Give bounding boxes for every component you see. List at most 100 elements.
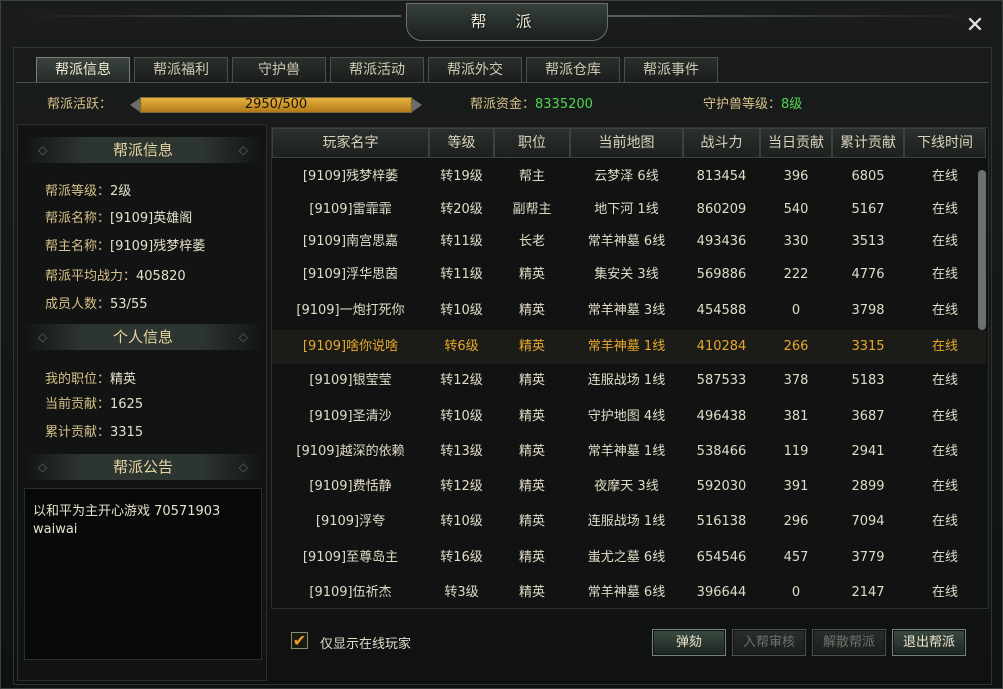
table-cell: 3513	[851, 234, 885, 249]
table-row[interactable]: [9109]雷霏霏 转20级 副帮主 地下河 1线 860209 540 5167 在线	[272, 193, 986, 227]
online-only-checkbox[interactable]: ✔	[291, 632, 308, 649]
table-cell: 精英	[518, 550, 545, 565]
table-row[interactable]: [9109]浮夸 转10级 精英 连服战场 1线 516138 296 7094 在线	[272, 505, 986, 539]
column-header[interactable]: 下线时间	[904, 128, 986, 158]
tab-guardian-beast[interactable]: 守护兽	[232, 57, 326, 82]
table-row[interactable]: [9109]南宫思嘉 转11级 长老 常羊神墓 6线 493436 330 3513 在线	[272, 225, 986, 259]
guild-leader-label: 帮主名称：	[45, 239, 111, 254]
table-cell: 5167	[851, 202, 885, 217]
column-header[interactable]: 当前地图	[570, 128, 683, 158]
bar-cap-right-icon	[412, 98, 422, 112]
table-cell: [9109]浮华思茵	[302, 267, 399, 282]
table-cell: 在线	[931, 550, 958, 565]
table-cell: 在线	[931, 514, 958, 529]
current-contribution-value: 1625	[110, 397, 144, 412]
quit-guild-button[interactable]: 退出帮派	[892, 629, 966, 656]
table-cell: 410284	[696, 339, 747, 354]
guild-members-row: 成员人数：53/55	[45, 293, 147, 312]
guild-notice-header: 帮派公告	[24, 454, 262, 480]
table-row[interactable]: [9109]浮华思茵 转11级 精英 集安关 3线 569886 222 4776 在线	[272, 258, 986, 292]
table-cell: 转16级	[440, 550, 483, 565]
guild-window: 帮 派 ✕ 帮派信息 帮派福利 守护兽 帮派活动 帮派外交 帮派仓库 帮派事件 …	[0, 0, 1003, 689]
table-cell: 454588	[696, 303, 747, 318]
table-cell: 266	[783, 339, 809, 354]
table-row[interactable]: [9109]伍祈杰 转3级 精英 常羊神墓 6线 396644 0 2147 在线	[272, 576, 986, 610]
column-header[interactable]: 等级	[429, 128, 494, 158]
table-cell: 860209	[696, 202, 747, 217]
beast-level-info: 守护兽等级：8级	[703, 93, 802, 112]
table-cell: 在线	[931, 202, 958, 217]
table-cell: 0	[791, 585, 801, 600]
table-cell: 330	[783, 234, 809, 249]
table-cell: 精英	[518, 339, 545, 354]
table-cell: 转12级	[440, 479, 483, 494]
table-cell: 转20级	[440, 202, 483, 217]
table-row[interactable]: [9109]银莹莹 转12级 精英 连服战场 1线 587533 378 5183 在线	[272, 364, 986, 398]
table-cell: 569886	[696, 267, 747, 282]
activity-label-text: 帮派活跃：	[47, 97, 113, 112]
table-row[interactable]: [9109]越深的依赖 转13级 精英 常羊神墓 1线 538466 119 2941 在线	[272, 435, 986, 469]
table-cell: 精英	[518, 514, 545, 529]
table-cell: 精英	[518, 267, 545, 282]
table-row-self[interactable]: [9109]啥你说啥 转6级 精英 常羊神墓 1线 410284 266 3315 在线	[272, 330, 986, 364]
current-contribution-row: 当前贡献：1625	[45, 393, 143, 412]
table-row[interactable]: [9109]一炮打死你 转10级 精英 常羊神墓 3线 454588 0 3798 在线	[272, 294, 986, 328]
table-cell: 496438	[696, 409, 747, 424]
online-only-label: 仅显示在线玩家	[320, 637, 412, 652]
beast-level-value: 8级	[781, 97, 803, 112]
table-cell: 391	[783, 479, 809, 494]
personal-info-header: 个人信息	[24, 324, 262, 350]
table-cell: 精英	[518, 409, 545, 424]
guild-leader-row: 帮主名称：[9109]残梦梓萎	[45, 235, 205, 254]
impeach-button[interactable]: 弹劾	[652, 629, 726, 656]
notice-line-2: waiwai	[33, 522, 78, 537]
scrollbar-track[interactable]	[978, 164, 986, 604]
table-cell: [9109]至尊岛主	[302, 550, 399, 565]
funds-label: 帮派资金：	[470, 97, 536, 112]
tab-guild-warehouse[interactable]: 帮派仓库	[526, 57, 620, 82]
guild-info-panel: 帮派信息 帮派等级：2级 帮派名称：[9109]英雄阁 帮主名称：[9109]残…	[17, 124, 267, 681]
column-header[interactable]: 当日贡献	[760, 128, 832, 158]
table-row[interactable]: [9109]残梦梓萎 转19级 帮主 云梦泽 6线 813454 396 6805 在线	[272, 160, 986, 194]
column-header[interactable]: 玩家名字	[272, 128, 429, 158]
table-cell: [9109]残梦梓萎	[302, 169, 399, 184]
tab-guild-activity[interactable]: 帮派活动	[330, 57, 424, 82]
table-cell: 在线	[931, 339, 958, 354]
table-row[interactable]: [9109]圣清沙 转10级 精英 守护地图 4线 496438 381 3687 在线	[272, 400, 986, 434]
guild-name-label: 帮派名称：	[45, 211, 111, 226]
table-cell: 转10级	[440, 409, 483, 424]
tab-guild-diplomacy[interactable]: 帮派外交	[428, 57, 522, 82]
table-cell: 592030	[696, 479, 747, 494]
activity-track: 2950/500	[140, 97, 412, 113]
disband-guild-button[interactable]: 解散帮派	[812, 629, 886, 656]
column-header[interactable]: 累计贡献	[832, 128, 904, 158]
tab-guild-welfare[interactable]: 帮派福利	[134, 57, 228, 82]
table-cell: 在线	[931, 409, 958, 424]
table-cell: 转6级	[444, 339, 479, 354]
table-cell: 2899	[851, 479, 885, 494]
table-cell: [9109]南宫思嘉	[302, 234, 399, 249]
member-table: 玩家名字 等级 职位 当前地图 战斗力 当日贡献 累计贡献 下线时间 [9109]残梦梓萎 转1…	[271, 127, 989, 609]
table-cell: [9109]啥你说啥	[302, 339, 399, 354]
table-row[interactable]: [9109]费恬静 转12级 精英 夜摩天 3线 592030 391 2899 在线	[272, 470, 986, 504]
guild-members-label: 成员人数：	[45, 297, 111, 312]
column-header[interactable]: 战斗力	[683, 128, 760, 158]
close-icon[interactable]: ✕	[964, 15, 986, 37]
table-cell: 常羊神墓 1线	[587, 339, 666, 354]
table-cell: 精英	[518, 373, 545, 388]
tab-guild-events[interactable]: 帮派事件	[624, 57, 718, 82]
my-position-row: 我的职位：精英	[45, 368, 136, 387]
guild-notice-box: 以和平为主开心游戏 70571903 waiwai	[24, 488, 262, 660]
table-cell: 在线	[931, 267, 958, 282]
table-cell: 493436	[696, 234, 747, 249]
member-table-header: 玩家名字 等级 职位 当前地图 战斗力 当日贡献 累计贡献 下线时间	[272, 128, 986, 158]
join-review-button[interactable]: 入帮审核	[732, 629, 806, 656]
table-cell: 在线	[931, 234, 958, 249]
table-row[interactable]: [9109]至尊岛主 转16级 精英 蚩尤之墓 6线 654546 457 3779 在线	[272, 541, 986, 575]
tab-guild-info[interactable]: 帮派信息	[36, 57, 130, 82]
scrollbar-thumb[interactable]	[978, 170, 986, 330]
table-cell: 296	[783, 514, 809, 529]
table-cell: 396644	[696, 585, 747, 600]
table-cell: 地下河 1线	[594, 202, 659, 217]
column-header[interactable]: 职位	[494, 128, 570, 158]
